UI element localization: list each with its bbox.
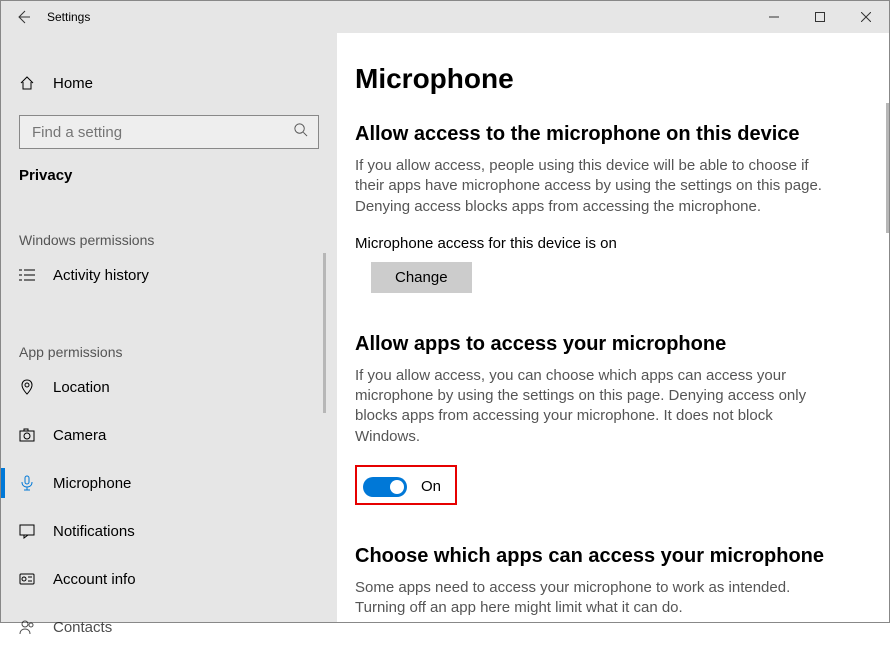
section-heading: Allow access to the microphone on this d… [355, 123, 859, 146]
contacts-icon [19, 619, 35, 635]
activity-icon [19, 267, 35, 283]
toggle-label: On [421, 478, 441, 495]
sidebar-item-camera[interactable]: Camera [1, 414, 337, 456]
microphone-icon [19, 475, 35, 491]
sidebar-item-label: Account info [53, 571, 136, 588]
sidebar-item-location[interactable]: Location [1, 366, 337, 408]
section-app-permissions: App permissions [1, 296, 337, 360]
home-label: Home [53, 75, 93, 92]
section-choose-apps: Choose which apps can access your microp… [355, 545, 859, 619]
minimize-icon [769, 12, 779, 22]
sidebar-item-account-info[interactable]: Account info [1, 558, 337, 600]
toggle-knob [390, 480, 404, 494]
sidebar-item-label: Camera [53, 427, 106, 444]
sidebar-item-notifications[interactable]: Notifications [1, 510, 337, 552]
home-icon [19, 75, 35, 91]
content: Microphone Allow access to the microphon… [337, 33, 889, 622]
category-label: Privacy [1, 149, 337, 184]
window-title: Settings [45, 10, 90, 24]
titlebar: Settings [1, 1, 889, 33]
arrow-left-icon [15, 9, 31, 25]
sidebar-item-microphone[interactable]: Microphone [1, 462, 337, 504]
section-body: Some apps need to access your microphone… [355, 578, 825, 619]
close-icon [861, 12, 871, 22]
section-device-access: Allow access to the microphone on this d… [355, 123, 859, 293]
account-icon [19, 571, 35, 587]
search-field[interactable] [30, 123, 293, 142]
search-input[interactable] [19, 115, 319, 149]
section-heading: Choose which apps can access your microp… [355, 545, 859, 568]
content-scrollbar[interactable] [886, 103, 889, 233]
page-title: Microphone [355, 63, 859, 95]
location-icon [19, 379, 35, 395]
sidebar-item-label: Notifications [53, 523, 135, 540]
device-access-status: Microphone access for this device is on [355, 235, 859, 252]
sidebar: Home Privacy Windows permissions Activit… [1, 33, 337, 622]
highlight-box: On [355, 465, 457, 505]
search-icon [293, 122, 308, 142]
sidebar-scrollbar[interactable] [323, 253, 326, 413]
close-button[interactable] [843, 1, 889, 33]
notifications-icon [19, 523, 35, 539]
camera-icon [19, 427, 35, 443]
sidebar-item-label: Activity history [53, 267, 149, 284]
sidebar-item-label: Location [53, 379, 110, 396]
home-link[interactable]: Home [1, 63, 337, 103]
section-body: If you allow access, you can choose whic… [355, 366, 825, 447]
minimize-button[interactable] [751, 1, 797, 33]
sidebar-item-activity-history[interactable]: Activity history [1, 254, 337, 296]
sidebar-item-contacts[interactable]: Contacts [1, 606, 337, 648]
maximize-button[interactable] [797, 1, 843, 33]
maximize-icon [815, 12, 825, 22]
section-body: If you allow access, people using this d… [355, 156, 825, 217]
change-button[interactable]: Change [371, 262, 472, 293]
apps-access-toggle[interactable] [363, 477, 407, 497]
section-windows-permissions: Windows permissions [1, 184, 337, 248]
sidebar-item-label: Contacts [53, 619, 112, 636]
section-heading: Allow apps to access your microphone [355, 333, 859, 356]
sidebar-item-label: Microphone [53, 475, 131, 492]
back-button[interactable] [1, 1, 45, 33]
section-apps-access: Allow apps to access your microphone If … [355, 333, 859, 505]
